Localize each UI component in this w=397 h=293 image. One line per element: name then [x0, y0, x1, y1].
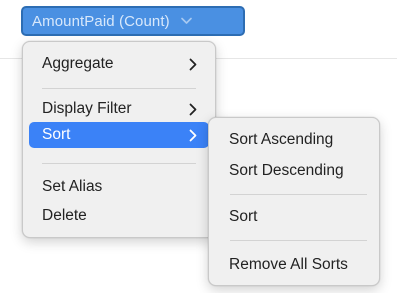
menu-separator — [42, 88, 196, 89]
submenu-item-sort-ascending[interactable]: Sort Ascending — [215, 127, 373, 153]
submenu-item-label: Sort Descending — [229, 162, 344, 179]
chevron-down-icon[interactable] — [180, 17, 192, 25]
chevron-right-icon — [189, 122, 197, 148]
field-pill-amountpaid[interactable]: AmountPaid (Count) — [21, 6, 245, 36]
sort-submenu: Sort Ascending Sort Descending Sort Remo… — [208, 117, 380, 286]
menu-item-label: Aggregate — [42, 55, 114, 72]
submenu-item-remove-all-sorts[interactable]: Remove All Sorts — [215, 252, 373, 278]
submenu-separator — [230, 194, 367, 195]
menu-item-set-alias[interactable]: Set Alias — [29, 174, 209, 200]
menu-item-label: Sort — [42, 126, 71, 143]
submenu-item-label: Remove All Sorts — [229, 256, 348, 273]
menu-item-label: Display Filter — [42, 100, 132, 117]
menu-item-label: Set Alias — [42, 178, 103, 195]
submenu-item-sort[interactable]: Sort — [215, 204, 373, 230]
menu-item-aggregate[interactable]: Aggregate — [29, 51, 209, 77]
chevron-right-icon — [189, 51, 197, 77]
menu-separator — [42, 163, 196, 164]
menu-item-sort[interactable]: Sort — [29, 122, 209, 148]
submenu-item-label: Sort — [229, 208, 258, 225]
menu-item-label: Delete — [42, 207, 87, 224]
menu-item-display-filter[interactable]: Display Filter — [29, 96, 209, 122]
submenu-item-sort-descending[interactable]: Sort Descending — [215, 158, 373, 184]
field-pill-label: AmountPaid (Count) — [32, 12, 170, 30]
submenu-separator — [230, 240, 367, 241]
menu-item-delete[interactable]: Delete — [29, 203, 209, 229]
context-menu: Aggregate Display Filter Sort Set Alias … — [22, 41, 216, 238]
chevron-right-icon — [189, 96, 197, 122]
submenu-item-label: Sort Ascending — [229, 131, 334, 148]
